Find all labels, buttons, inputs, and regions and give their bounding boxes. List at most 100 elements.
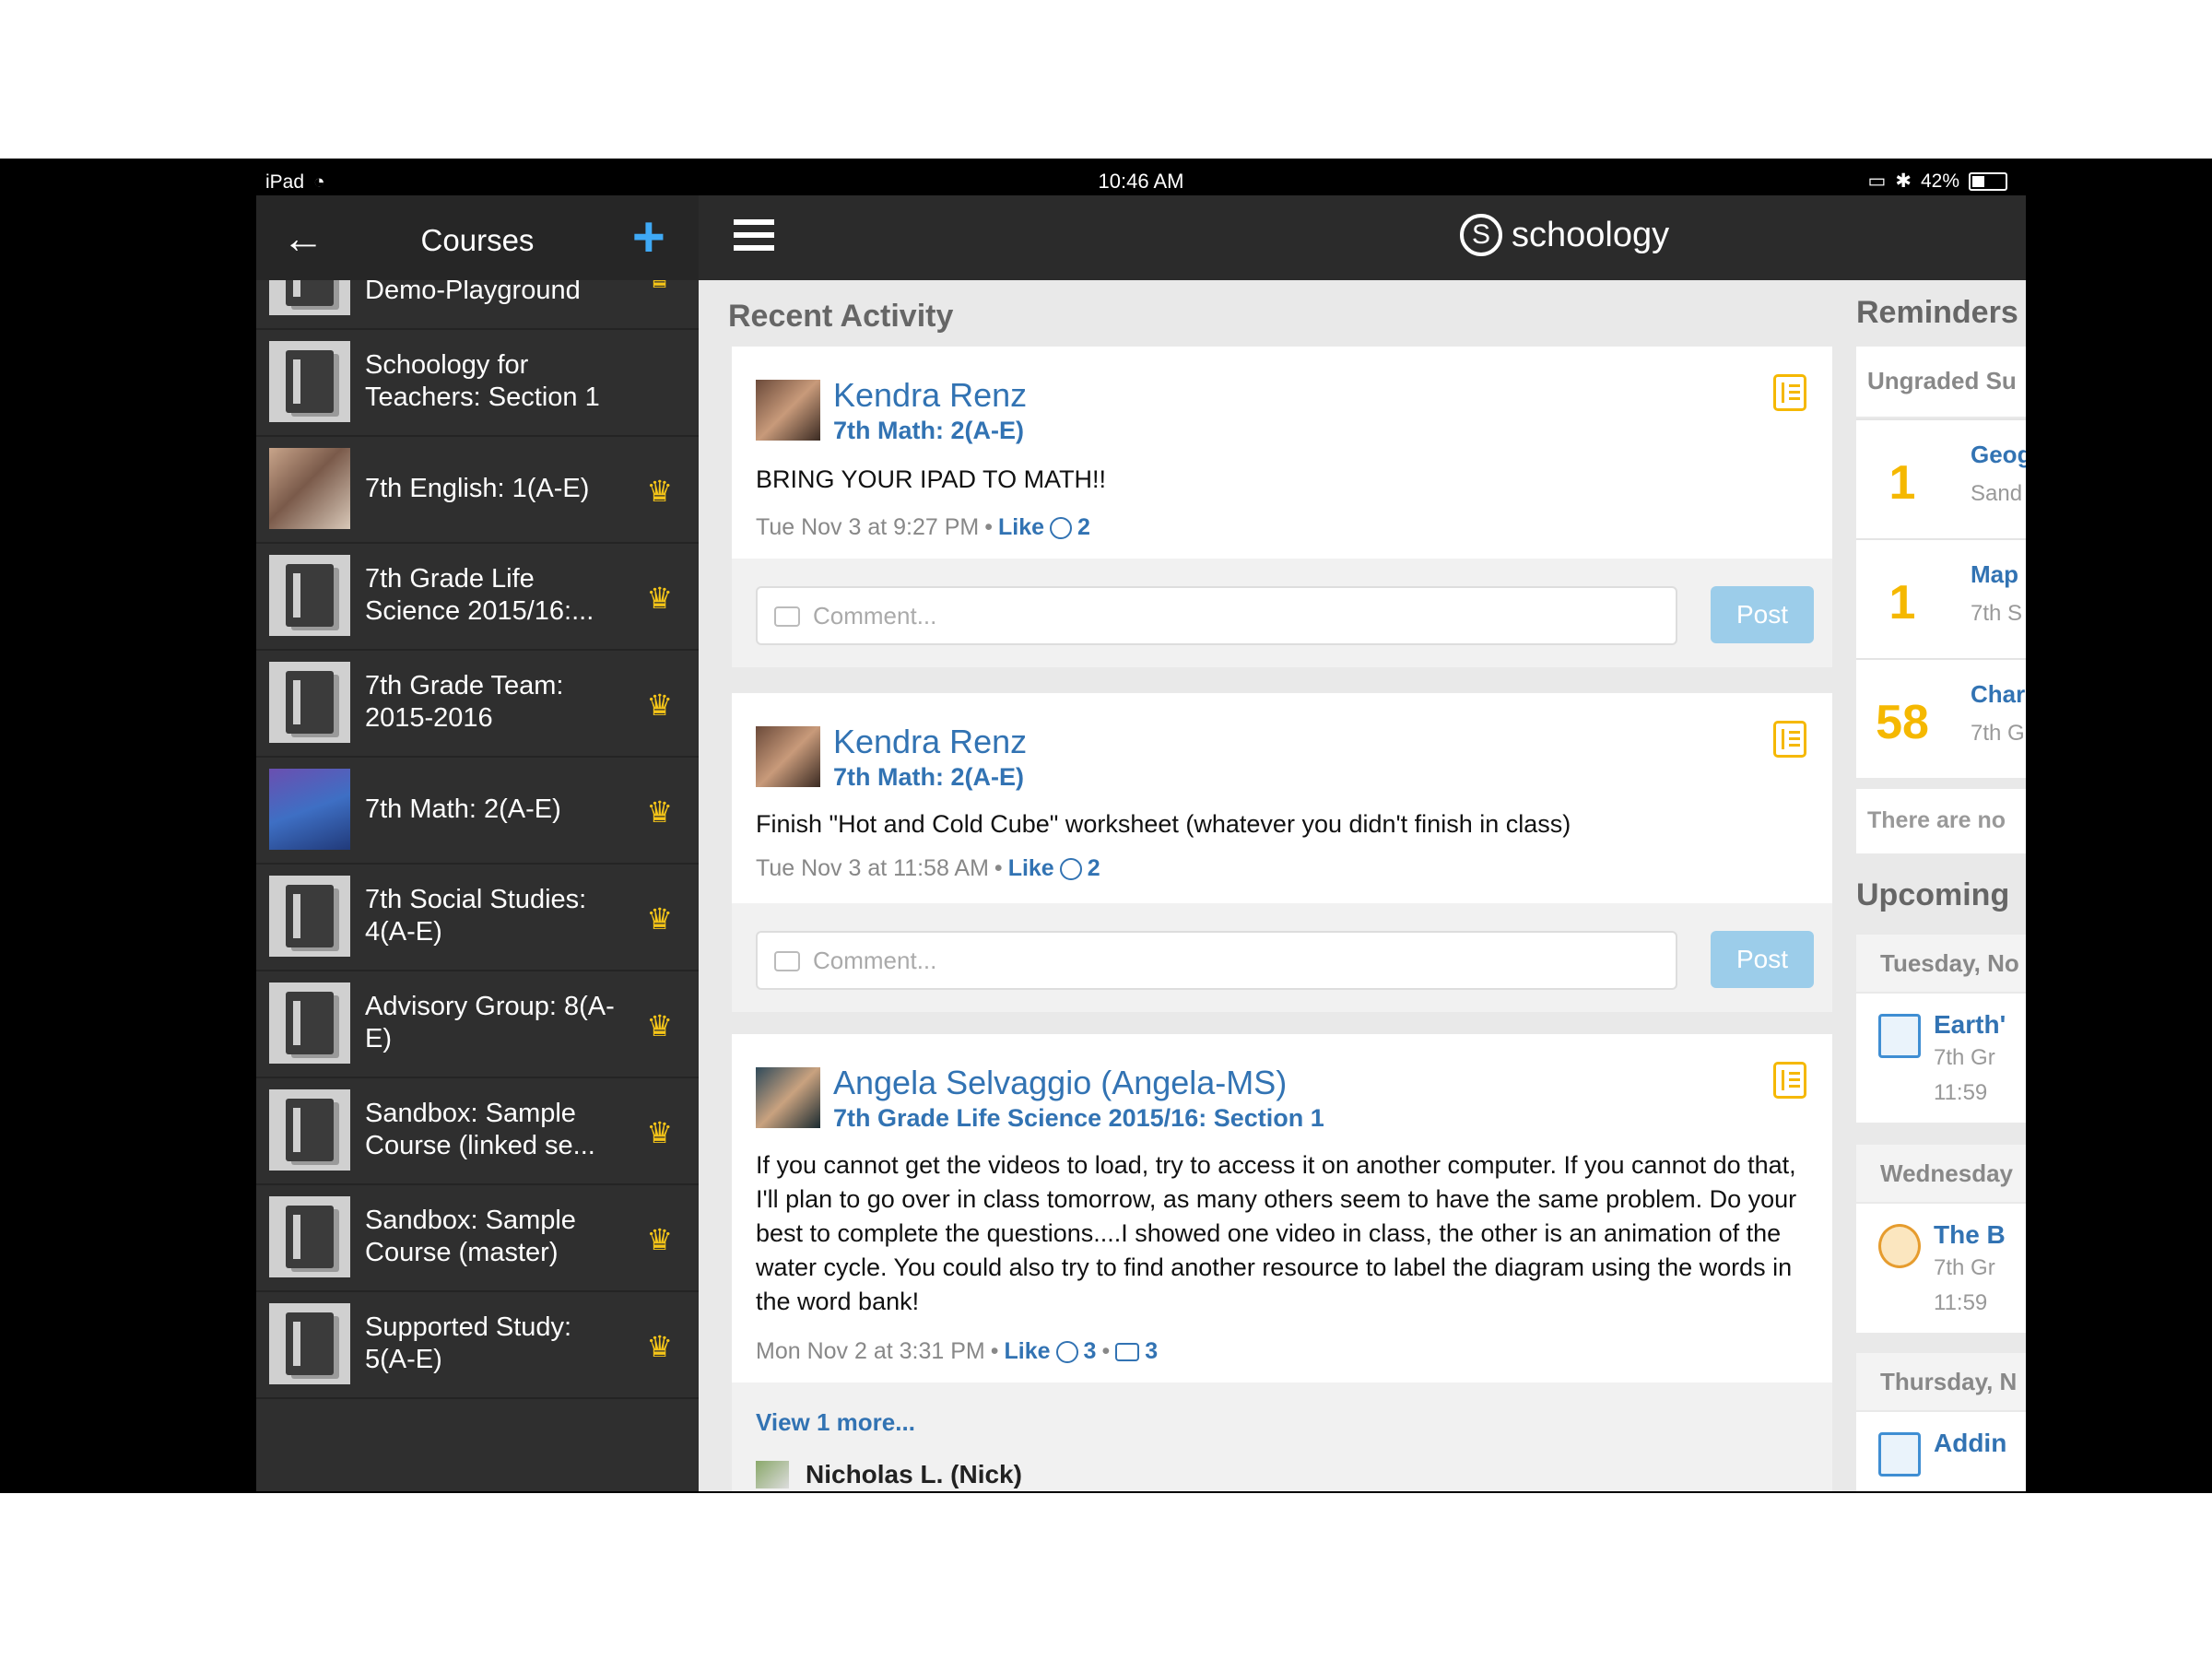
course-item[interactable]: 7th Grade Life Science 2015/16:... ♛ xyxy=(256,542,699,651)
course-book-icon xyxy=(269,555,350,636)
course-thumbnail xyxy=(269,448,350,529)
course-item[interactable]: Schoology for Teachers: Section 1 xyxy=(256,328,699,437)
courses-panel: ← Courses + Sandbox: UPS Demo-Playground… xyxy=(256,195,699,1491)
event-title[interactable]: Earth' xyxy=(1934,1010,2006,1040)
reply-author[interactable]: Nicholas L. (Nick) xyxy=(806,1460,1022,1489)
post-meta: Mon Nov 2 at 3:31 PM • Like 3 • 3 xyxy=(756,1338,1159,1365)
bluetooth-icon: ✱ xyxy=(1895,171,1912,192)
feed-post: Kendra Renz 7th Math: 2(A-E) BRING YOUR … xyxy=(732,347,1832,559)
course-name: Schoology for Teachers: Section 1 xyxy=(365,350,600,412)
course-book-icon xyxy=(269,341,350,422)
admin-crown-icon: ♛ xyxy=(646,902,673,935)
comment-area: Comment... Post xyxy=(732,559,1832,667)
reminder-row[interactable]: 1 Map 7th S xyxy=(1856,538,2026,658)
comment-input[interactable]: Comment... xyxy=(756,931,1677,990)
upcoming-event[interactable]: Earth' 7th Gr 11:59 xyxy=(1856,994,2026,1123)
reminders-title: Reminders xyxy=(1856,295,2018,330)
reply-row: Nicholas L. (Nick) xyxy=(756,1460,1022,1489)
reminder-row[interactable]: 1 Geog Sand xyxy=(1856,418,2026,538)
feed-post: Kendra Renz 7th Math: 2(A-E) Finish "Hot… xyxy=(732,693,1832,903)
course-item[interactable]: Sandbox: UPS Demo-Playground ♛ xyxy=(256,280,699,330)
avatar[interactable] xyxy=(756,1067,820,1128)
post-button[interactable]: Post xyxy=(1711,931,1814,988)
like-count[interactable]: 2 xyxy=(1088,855,1100,882)
post-author[interactable]: Angela Selvaggio (Angela-MS) xyxy=(833,1064,1287,1102)
like-button[interactable]: Like xyxy=(1008,855,1054,882)
battery-fill xyxy=(1972,175,1984,187)
course-item[interactable]: 7th Social Studies: 4(A-E) ♛ xyxy=(256,863,699,971)
post-meta: Tue Nov 3 at 11:58 AM • Like 2 xyxy=(756,855,1100,882)
course-item[interactable]: Sandbox: Sample Course (linked se... ♛ xyxy=(256,1077,699,1185)
reminder-title[interactable]: Map xyxy=(1971,560,2018,589)
reminder-course: 7th S xyxy=(1971,601,2023,626)
battery-icon xyxy=(1969,171,2007,191)
upcoming-event[interactable]: The B 7th Gr 11:59 xyxy=(1856,1204,2026,1333)
event-title[interactable]: Addin xyxy=(1934,1429,2006,1458)
logo-text: schoology xyxy=(1512,215,1670,254)
feed-post: Angela Selvaggio (Angela-MS) 7th Grade L… xyxy=(732,1034,1832,1491)
post-course-link[interactable]: 7th Grade Life Science 2015/16: Section … xyxy=(833,1104,1324,1133)
like-count-icon xyxy=(1055,1340,1078,1363)
course-book-icon xyxy=(269,662,350,743)
admin-crown-icon: ♛ xyxy=(646,1009,673,1042)
course-name: 7th Grade Team: 2015-2016 xyxy=(365,671,564,733)
discussion-icon xyxy=(1878,1224,1921,1268)
course-item[interactable]: Advisory Group: 8(A-E) ♛ xyxy=(256,970,699,1078)
course-book-icon xyxy=(269,982,350,1064)
post-body: Finish "Hot and Cold Cube" worksheet (wh… xyxy=(756,810,1571,838)
admin-crown-icon: ♛ xyxy=(646,1330,673,1363)
event-title[interactable]: The B xyxy=(1934,1220,2006,1250)
avatar[interactable] xyxy=(756,380,820,441)
reminder-count: 58 xyxy=(1876,696,1929,749)
recent-activity-title: Recent Activity xyxy=(728,299,954,334)
add-course-button[interactable]: + xyxy=(632,209,665,266)
reminder-course: Sand xyxy=(1971,481,2023,506)
like-count[interactable]: 2 xyxy=(1077,514,1090,541)
avatar[interactable] xyxy=(756,726,820,787)
post-author[interactable]: Kendra Renz xyxy=(833,723,1027,761)
reminder-count: 1 xyxy=(1888,456,1916,510)
assignment-icon xyxy=(1878,1014,1921,1058)
course-item[interactable]: 7th Math: 2(A-E) ♛ xyxy=(256,756,699,865)
course-book-icon xyxy=(269,1089,350,1171)
courses-header: ← Courses + xyxy=(256,195,699,280)
admin-crown-icon: ♛ xyxy=(646,1223,673,1256)
course-item[interactable]: Sandbox: Sample Course (master) ♛ xyxy=(256,1183,699,1292)
course-name: 7th Social Studies: 4(A-E) xyxy=(365,885,587,947)
like-button[interactable]: Like xyxy=(1005,1338,1051,1365)
comment-input[interactable]: Comment... xyxy=(756,586,1677,645)
day-header: Thursday, N xyxy=(1856,1353,2026,1410)
course-item[interactable]: 7th English: 1(A-E) ♛ xyxy=(256,435,699,544)
recent-activity-feed: Recent Activity Kendra Renz 7th Math: 2(… xyxy=(699,280,1841,1491)
comment-icon xyxy=(774,951,800,971)
course-item[interactable]: 7th Grade Team: 2015-2016 ♛ xyxy=(256,649,699,758)
menu-icon[interactable] xyxy=(734,219,774,256)
course-item[interactable]: Supported Study: 5(A-E) ♛ xyxy=(256,1290,699,1399)
course-list: Sandbox: UPS Demo-Playground ♛ Schoology f… xyxy=(256,280,699,1491)
course-name: Sandbox: Sample Course (linked se... xyxy=(365,1099,595,1160)
post-course-link[interactable]: 7th Math: 2(A-E) xyxy=(833,417,1024,445)
post-course-link[interactable]: 7th Math: 2(A-E) xyxy=(833,763,1024,792)
post-body: If you cannot get the videos to load, tr… xyxy=(756,1151,1797,1315)
comment-count[interactable]: 3 xyxy=(1145,1338,1158,1365)
view-more-link[interactable]: View 1 more... xyxy=(756,1408,915,1437)
course-name: 7th English: 1(A-E) xyxy=(365,473,590,503)
reminder-course: 7th G xyxy=(1971,721,2025,746)
admin-crown-icon: ♛ xyxy=(646,688,673,722)
post-author[interactable]: Kendra Renz xyxy=(833,376,1027,415)
reminder-title[interactable]: Geog xyxy=(1971,441,2026,469)
reminder-count: 1 xyxy=(1888,576,1916,629)
avatar[interactable] xyxy=(756,1461,789,1488)
reminder-title[interactable]: Char xyxy=(1971,680,2025,709)
event-time: 11:59 xyxy=(1934,1080,1988,1105)
like-button[interactable]: Like xyxy=(998,514,1044,541)
reminder-row[interactable]: 58 Char 7th G xyxy=(1856,658,2026,778)
post-button[interactable]: Post xyxy=(1711,586,1814,643)
assignment-icon xyxy=(1878,1432,1921,1477)
like-count-icon xyxy=(1050,516,1073,539)
day-header: Tuesday, No xyxy=(1856,935,2026,992)
admin-crown-icon: ♛ xyxy=(646,582,673,615)
upcoming-event[interactable]: Addin xyxy=(1856,1412,2026,1491)
like-count[interactable]: 3 xyxy=(1084,1338,1097,1365)
course-name: 7th Math: 2(A-E) xyxy=(365,794,561,824)
